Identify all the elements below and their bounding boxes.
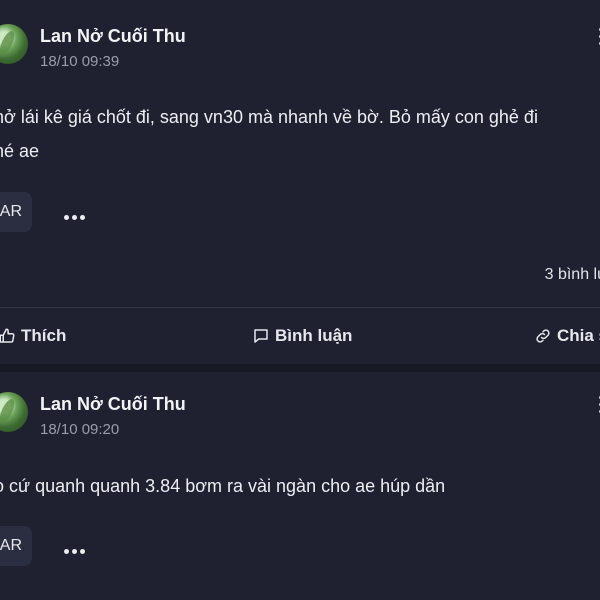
author-avatar[interactable] — [0, 392, 28, 432]
divider — [0, 307, 600, 308]
like-button[interactable]: Thích — [0, 326, 66, 346]
post-time[interactable]: 18/10 09:39 — [40, 53, 119, 70]
author-avatar[interactable] — [0, 24, 28, 64]
like-label: Thích — [21, 326, 67, 345]
comment-button[interactable]: Bình luận — [252, 326, 352, 346]
comment-icon — [254, 329, 268, 343]
share-label: Chia s — [557, 326, 600, 345]
comment-count[interactable]: 3 bình lu — [545, 266, 600, 284]
stock-tag[interactable]: AR — [0, 526, 32, 566]
author-name[interactable]: Lan Nở Cuối Thu — [40, 394, 186, 415]
thumbs-up-icon — [0, 328, 15, 343]
post-card: Lan Nở Cuối Thu 18/10 09:39 hở lái kê gi… — [0, 0, 600, 364]
more-vertical-icon[interactable] — [596, 28, 600, 50]
share-button[interactable]: Chia s — [534, 326, 600, 346]
link-icon — [536, 329, 550, 343]
stock-tag[interactable]: AR — [0, 192, 32, 232]
author-name[interactable]: Lan Nở Cuối Thu — [40, 26, 186, 47]
post-content-line-1: hở lái kê giá chốt đi, sang vn30 mà nhan… — [0, 107, 538, 127]
more-vertical-icon[interactable] — [596, 396, 600, 418]
more-horizontal-icon[interactable] — [64, 541, 90, 554]
post-separator — [0, 364, 600, 372]
post-content-line-2: hé ae — [0, 141, 40, 161]
comment-label: Bình luận — [275, 326, 353, 345]
post-card: Lan Nở Cuối Thu 18/10 09:20 o cứ quanh q… — [0, 372, 600, 600]
post-time[interactable]: 18/10 09:20 — [40, 421, 119, 438]
more-horizontal-icon[interactable] — [64, 207, 90, 220]
post-content-line-1: o cứ quanh quanh 3.84 bơm ra vài ngàn ch… — [0, 476, 446, 496]
